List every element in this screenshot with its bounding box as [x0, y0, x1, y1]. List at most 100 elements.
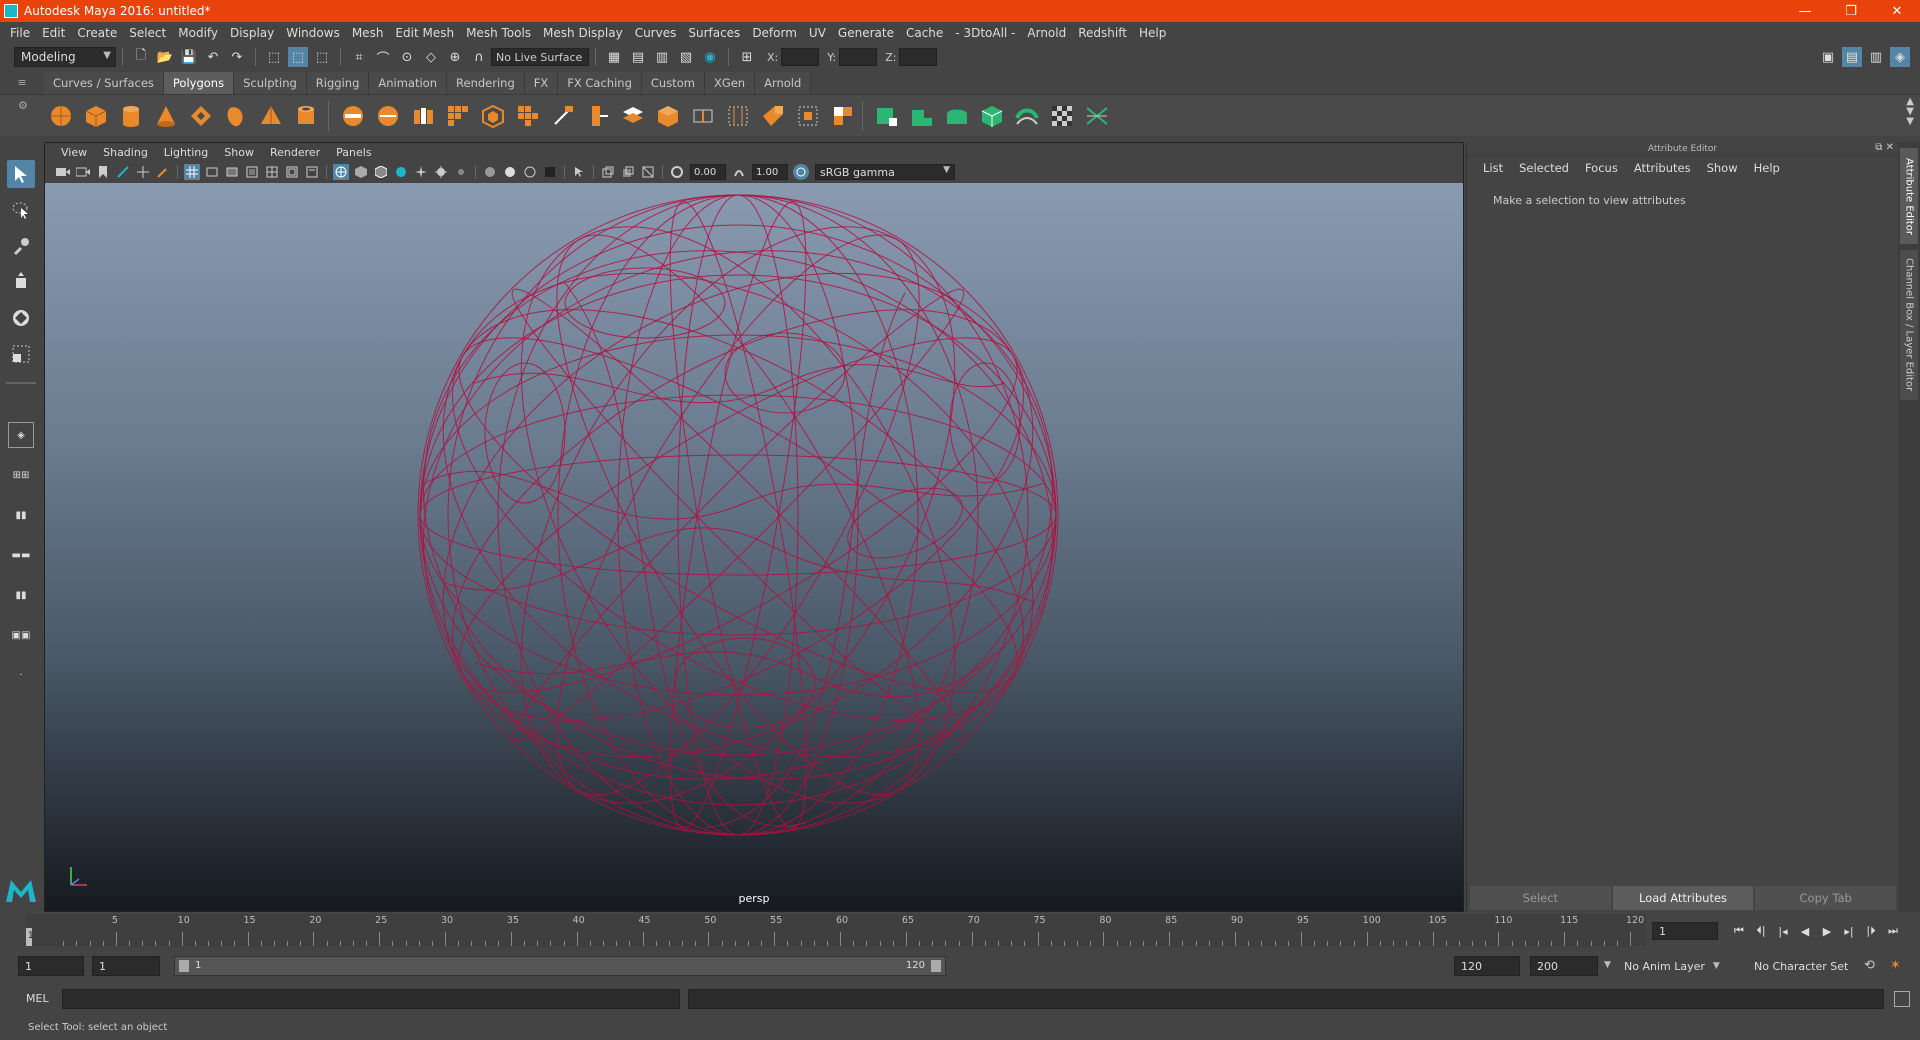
- menu-set-dropdown[interactable]: Modeling ▼: [14, 47, 116, 67]
- undo-icon[interactable]: ↶: [203, 47, 223, 67]
- ae-copy-tab-button[interactable]: Copy Tab: [1755, 886, 1897, 910]
- menu-curves[interactable]: Curves: [629, 26, 683, 40]
- ae-select-button[interactable]: Select: [1470, 886, 1611, 910]
- bevel-icon[interactable]: [480, 103, 506, 129]
- close-button[interactable]: ✕: [1874, 0, 1920, 22]
- gate-mask-icon[interactable]: [244, 164, 260, 180]
- anim-layer-dropdown[interactable]: No Anim Layer ▼: [1618, 956, 1738, 976]
- combine-icon[interactable]: [340, 103, 366, 129]
- shelf-scroll-arrows[interactable]: ▲ ▼ ▼: [1906, 97, 1914, 127]
- cylindrical-mapping-icon[interactable]: [944, 103, 970, 129]
- menu-mesh-tools[interactable]: Mesh Tools: [460, 26, 537, 40]
- film-gate-icon[interactable]: [204, 164, 220, 180]
- save-scene-icon[interactable]: 💾: [179, 47, 199, 67]
- select-by-object-icon[interactable]: ⬚: [288, 47, 308, 67]
- menu-surfaces[interactable]: Surfaces: [682, 26, 746, 40]
- play-forwards-icon[interactable]: ▶: [1816, 922, 1838, 940]
- multisample-aa-icon[interactable]: [502, 164, 518, 180]
- step-back-frame-icon[interactable]: ⏴|: [1750, 922, 1772, 940]
- render-settings-icon[interactable]: ▦: [604, 47, 624, 67]
- go-to-start-icon[interactable]: ⏮: [1728, 922, 1750, 940]
- panel-menu-show[interactable]: Show: [216, 146, 262, 159]
- poly-plane-icon[interactable]: [223, 103, 249, 129]
- field-chart-icon[interactable]: [264, 164, 280, 180]
- poly-pyramid-icon[interactable]: [258, 103, 284, 129]
- xray-icon[interactable]: [600, 164, 616, 180]
- four-pane-layout-icon[interactable]: ⊞⊞: [8, 462, 34, 488]
- textured-icon[interactable]: [393, 164, 409, 180]
- ae-load-attributes-button[interactable]: Load Attributes: [1612, 886, 1754, 910]
- fill-hole-icon[interactable]: [655, 103, 681, 129]
- offset-edge-loop-icon[interactable]: [725, 103, 751, 129]
- ipr-render-icon[interactable]: ▥: [652, 47, 672, 67]
- xray-components-icon[interactable]: [640, 164, 656, 180]
- menu-redshift[interactable]: Redshift: [1072, 26, 1133, 40]
- open-scene-icon[interactable]: 📂: [155, 47, 175, 67]
- tab-custom[interactable]: Custom: [641, 72, 705, 94]
- menu-uv[interactable]: UV: [803, 26, 832, 40]
- poly-torus-icon[interactable]: [188, 103, 214, 129]
- menu-deform[interactable]: Deform: [746, 26, 803, 40]
- tab-curves-surfaces[interactable]: Curves / Surfaces: [44, 72, 164, 94]
- render-frame-icon[interactable]: ▤: [628, 47, 648, 67]
- tab-channel-box-layer-editor[interactable]: Channel Box / Layer Editor: [1900, 250, 1918, 400]
- scale-tool-icon[interactable]: [7, 340, 35, 368]
- camera-attributes-icon[interactable]: [75, 164, 91, 180]
- paint-select-tool-icon[interactable]: [7, 232, 35, 260]
- spherical-mapping-icon[interactable]: [979, 103, 1005, 129]
- current-frame-input[interactable]: 1: [1652, 922, 1718, 940]
- poly-cylinder-icon[interactable]: [118, 103, 144, 129]
- extract-icon[interactable]: [410, 103, 436, 129]
- persp-graph-layout-icon[interactable]: ▬▬: [8, 542, 34, 568]
- lasso-tool-icon[interactable]: [7, 196, 35, 224]
- unfold-icon[interactable]: [1084, 103, 1110, 129]
- multi-cut-icon[interactable]: [550, 103, 576, 129]
- panel-menu-renderer[interactable]: Renderer: [262, 146, 328, 159]
- auto-key-icon[interactable]: ⟲: [1864, 958, 1875, 973]
- tab-rendering[interactable]: Rendering: [447, 72, 525, 94]
- uv-editor-icon[interactable]: [874, 103, 900, 129]
- chevron-down-icon[interactable]: ▼: [1604, 960, 1611, 970]
- backface-culling-icon[interactable]: [542, 164, 558, 180]
- make-live-icon[interactable]: ⊕: [445, 47, 465, 67]
- x-input[interactable]: [781, 48, 820, 66]
- side-by-side-layout-icon[interactable]: ▮▮: [8, 502, 34, 528]
- menu-arnold[interactable]: Arnold: [1021, 26, 1072, 40]
- exposure-input[interactable]: 0.00: [690, 164, 726, 180]
- ae-menu-show[interactable]: Show: [1699, 161, 1746, 175]
- tab-fx-caching[interactable]: FX Caching: [558, 72, 642, 94]
- two-d-pan-icon[interactable]: [135, 164, 151, 180]
- select-by-component-icon[interactable]: ⬚: [312, 47, 332, 67]
- shadows-icon[interactable]: [433, 164, 449, 180]
- step-back-key-icon[interactable]: |◂: [1772, 922, 1794, 940]
- screen-space-ao-icon[interactable]: [453, 164, 469, 180]
- single-pane-layout-icon[interactable]: ◈: [8, 422, 34, 448]
- tab-rigging[interactable]: Rigging: [306, 72, 370, 94]
- poly-pipe-icon[interactable]: [293, 103, 319, 129]
- select-tool-icon[interactable]: [7, 160, 35, 188]
- playback-end-input[interactable]: 120: [1454, 956, 1520, 976]
- menu-edit-mesh[interactable]: Edit Mesh: [389, 26, 460, 40]
- use-all-lights-icon[interactable]: [413, 164, 429, 180]
- range-start-handle[interactable]: [179, 960, 189, 972]
- poly-cube-icon[interactable]: [83, 103, 109, 129]
- menu-3dtoall[interactable]: - 3DtoAll -: [949, 26, 1021, 40]
- safe-title-icon[interactable]: [304, 164, 320, 180]
- modeling-toolkit-icon[interactable]: ▣: [1818, 47, 1838, 67]
- tab-animation[interactable]: Animation: [369, 72, 448, 94]
- bridge-icon[interactable]: [515, 103, 541, 129]
- panel-menu-view[interactable]: View: [53, 146, 95, 159]
- time-slider-track[interactable]: 5 10 15 20 25 30 35 40 45 50 55 60 65 70 75 80 85 90 95 100…: [26, 914, 1646, 946]
- layout-options-icon[interactable]: ·: [8, 662, 34, 688]
- extrude-icon[interactable]: [585, 103, 611, 129]
- menu-display[interactable]: Display: [224, 26, 280, 40]
- tab-polygons[interactable]: Polygons: [163, 72, 235, 94]
- insert-edge-loop-icon[interactable]: [690, 103, 716, 129]
- resolution-gate-icon[interactable]: [224, 164, 240, 180]
- menu-file[interactable]: File: [4, 26, 36, 40]
- tool-settings-toggle-icon[interactable]: ▥: [1866, 47, 1886, 67]
- snap-point-icon[interactable]: ⊙: [397, 47, 417, 67]
- panel-menu-lighting[interactable]: Lighting: [156, 146, 216, 159]
- image-plane-icon[interactable]: [115, 164, 131, 180]
- menu-cache[interactable]: Cache: [900, 26, 949, 40]
